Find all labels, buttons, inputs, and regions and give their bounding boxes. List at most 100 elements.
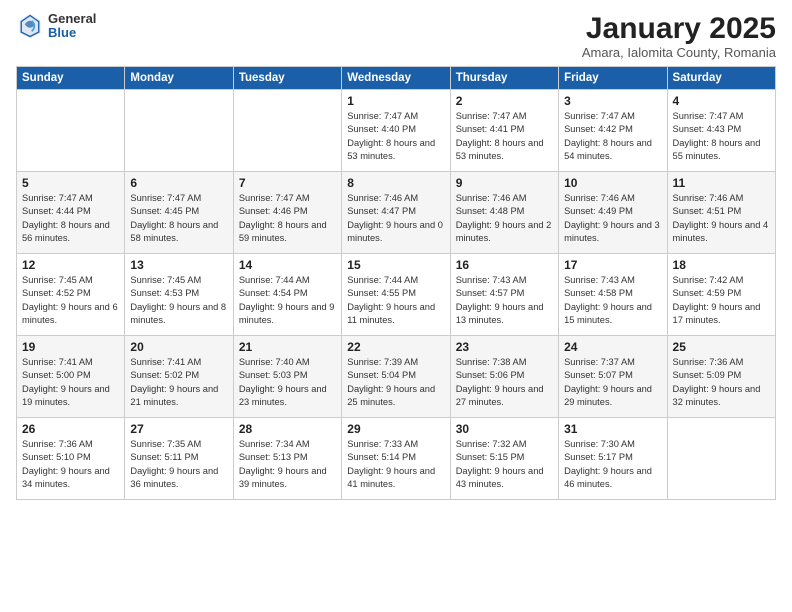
table-row: 27 Sunrise: 7:35 AM Sunset: 5:11 PM Dayli… bbox=[125, 418, 233, 500]
cell-info: Sunrise: 7:47 AM Sunset: 4:43 PM Dayligh… bbox=[673, 110, 770, 164]
cell-info: Sunrise: 7:43 AM Sunset: 4:57 PM Dayligh… bbox=[456, 274, 553, 328]
cell-day-number: 9 bbox=[456, 176, 553, 190]
col-wednesday: Wednesday bbox=[342, 67, 450, 90]
table-row: 24Sunrise: 7:37 AM Sunset: 5:07 PM Dayli… bbox=[559, 336, 667, 418]
col-friday: Friday bbox=[559, 67, 667, 90]
cell-info: Sunrise: 7:30 AM Sunset: 5:17 PM Dayligh… bbox=[564, 438, 661, 492]
calendar-table: Sunday Monday Tuesday Wednesday Thursday… bbox=[16, 66, 776, 500]
table-row: 5 Sunrise: 7:47 AM Sunset: 4:44 PM Daylig… bbox=[17, 172, 125, 254]
cell-day-number: 20 bbox=[130, 340, 227, 354]
table-row bbox=[17, 90, 125, 172]
cell-day-number: 17 bbox=[564, 258, 661, 272]
cell-info: Sunrise: 7:35 AM Sunset: 5:11 PM Dayligh… bbox=[130, 438, 227, 492]
cell-day-number: 26 bbox=[22, 422, 119, 436]
cell-info: Sunrise: 7:47 AM Sunset: 4:44 PM Dayligh… bbox=[22, 192, 119, 246]
table-row: 12 Sunrise: 7:45 AM Sunset: 4:52 PM Dayli… bbox=[17, 254, 125, 336]
logo-blue-label: Blue bbox=[48, 26, 96, 40]
cell-day-number: 8 bbox=[347, 176, 444, 190]
table-row bbox=[125, 90, 233, 172]
cell-info: Sunrise: 7:36 AM Sunset: 5:09 PM Dayligh… bbox=[673, 356, 770, 410]
cell-info: Sunrise: 7:45 AM Sunset: 4:53 PM Dayligh… bbox=[130, 274, 227, 328]
cell-info: Sunrise: 7:46 AM Sunset: 4:48 PM Dayligh… bbox=[456, 192, 553, 246]
cell-day-number: 6 bbox=[130, 176, 227, 190]
cell-info: Sunrise: 7:47 AM Sunset: 4:46 PM Dayligh… bbox=[239, 192, 336, 246]
table-row: 21 Sunrise: 7:40 AM Sunset: 5:03 PM Dayli… bbox=[233, 336, 341, 418]
cell-info: Sunrise: 7:47 AM Sunset: 4:42 PM Dayligh… bbox=[564, 110, 661, 164]
cell-day-number: 25 bbox=[673, 340, 770, 354]
logo-text: General Blue bbox=[48, 12, 96, 41]
cell-day-number: 3 bbox=[564, 94, 661, 108]
cell-info: Sunrise: 7:46 AM Sunset: 4:47 PM Dayligh… bbox=[347, 192, 444, 246]
cell-info: Sunrise: 7:33 AM Sunset: 5:14 PM Dayligh… bbox=[347, 438, 444, 492]
table-row: 25 Sunrise: 7:36 AM Sunset: 5:09 PM Dayli… bbox=[667, 336, 775, 418]
cell-day-number: 11 bbox=[673, 176, 770, 190]
cell-info: Sunrise: 7:44 AM Sunset: 4:55 PM Dayligh… bbox=[347, 274, 444, 328]
col-tuesday: Tuesday bbox=[233, 67, 341, 90]
cell-info: Sunrise: 7:37 AM Sunset: 5:07 PM Dayligh… bbox=[564, 356, 661, 410]
col-thursday: Thursday bbox=[450, 67, 558, 90]
table-row: 9 Sunrise: 7:46 AM Sunset: 4:48 PM Daylig… bbox=[450, 172, 558, 254]
table-row: 29Sunrise: 7:33 AM Sunset: 5:14 PM Dayli… bbox=[342, 418, 450, 500]
cell-day-number: 22 bbox=[347, 340, 444, 354]
table-row: 8 Sunrise: 7:46 AM Sunset: 4:47 PM Daylig… bbox=[342, 172, 450, 254]
cell-info: Sunrise: 7:42 AM Sunset: 4:59 PM Dayligh… bbox=[673, 274, 770, 328]
table-row: 22 Sunrise: 7:39 AM Sunset: 5:04 PM Dayli… bbox=[342, 336, 450, 418]
cell-day-number: 7 bbox=[239, 176, 336, 190]
calendar-week-4: 19Sunrise: 7:41 AM Sunset: 5:00 PM Dayli… bbox=[17, 336, 776, 418]
table-row: 15 Sunrise: 7:44 AM Sunset: 4:55 PM Dayli… bbox=[342, 254, 450, 336]
table-row: 2Sunrise: 7:47 AM Sunset: 4:41 PM Daylig… bbox=[450, 90, 558, 172]
table-row: 7 Sunrise: 7:47 AM Sunset: 4:46 PM Daylig… bbox=[233, 172, 341, 254]
cell-info: Sunrise: 7:45 AM Sunset: 4:52 PM Dayligh… bbox=[22, 274, 119, 328]
cell-info: Sunrise: 7:44 AM Sunset: 4:54 PM Dayligh… bbox=[239, 274, 336, 328]
cell-day-number: 21 bbox=[239, 340, 336, 354]
cell-info: Sunrise: 7:47 AM Sunset: 4:45 PM Dayligh… bbox=[130, 192, 227, 246]
cell-day-number: 27 bbox=[130, 422, 227, 436]
cell-day-number: 12 bbox=[22, 258, 119, 272]
cell-day-number: 18 bbox=[673, 258, 770, 272]
cell-info: Sunrise: 7:47 AM Sunset: 4:40 PM Dayligh… bbox=[347, 110, 444, 164]
logo-icon bbox=[16, 12, 44, 40]
table-row: 19Sunrise: 7:41 AM Sunset: 5:00 PM Dayli… bbox=[17, 336, 125, 418]
cell-info: Sunrise: 7:32 AM Sunset: 5:15 PM Dayligh… bbox=[456, 438, 553, 492]
col-monday: Monday bbox=[125, 67, 233, 90]
logo: General Blue bbox=[16, 12, 96, 41]
cell-info: Sunrise: 7:34 AM Sunset: 5:13 PM Dayligh… bbox=[239, 438, 336, 492]
cell-info: Sunrise: 7:41 AM Sunset: 5:02 PM Dayligh… bbox=[130, 356, 227, 410]
cell-day-number: 1 bbox=[347, 94, 444, 108]
cell-day-number: 15 bbox=[347, 258, 444, 272]
table-row: 14Sunrise: 7:44 AM Sunset: 4:54 PM Dayli… bbox=[233, 254, 341, 336]
table-row: 4 Sunrise: 7:47 AM Sunset: 4:43 PM Daylig… bbox=[667, 90, 775, 172]
cell-info: Sunrise: 7:40 AM Sunset: 5:03 PM Dayligh… bbox=[239, 356, 336, 410]
cell-info: Sunrise: 7:36 AM Sunset: 5:10 PM Dayligh… bbox=[22, 438, 119, 492]
table-row: 18 Sunrise: 7:42 AM Sunset: 4:59 PM Dayli… bbox=[667, 254, 775, 336]
table-row bbox=[233, 90, 341, 172]
table-row: 16 Sunrise: 7:43 AM Sunset: 4:57 PM Dayli… bbox=[450, 254, 558, 336]
col-saturday: Saturday bbox=[667, 67, 775, 90]
table-row: 31Sunrise: 7:30 AM Sunset: 5:17 PM Dayli… bbox=[559, 418, 667, 500]
cell-day-number: 10 bbox=[564, 176, 661, 190]
table-row: 3 Sunrise: 7:47 AM Sunset: 4:42 PM Daylig… bbox=[559, 90, 667, 172]
title-area: January 2025 Amara, Ialomita County, Rom… bbox=[582, 12, 776, 60]
cell-day-number: 5 bbox=[22, 176, 119, 190]
cell-info: Sunrise: 7:46 AM Sunset: 4:49 PM Dayligh… bbox=[564, 192, 661, 246]
cell-day-number: 30 bbox=[456, 422, 553, 436]
table-row: 23Sunrise: 7:38 AM Sunset: 5:06 PM Dayli… bbox=[450, 336, 558, 418]
cell-info: Sunrise: 7:39 AM Sunset: 5:04 PM Dayligh… bbox=[347, 356, 444, 410]
table-row: 26 Sunrise: 7:36 AM Sunset: 5:10 PM Dayli… bbox=[17, 418, 125, 500]
table-row: 6 Sunrise: 7:47 AM Sunset: 4:45 PM Daylig… bbox=[125, 172, 233, 254]
table-row: 10 Sunrise: 7:46 AM Sunset: 4:49 PM Dayli… bbox=[559, 172, 667, 254]
calendar-week-5: 26 Sunrise: 7:36 AM Sunset: 5:10 PM Dayli… bbox=[17, 418, 776, 500]
table-row: 13Sunrise: 7:45 AM Sunset: 4:53 PM Dayli… bbox=[125, 254, 233, 336]
subtitle: Amara, Ialomita County, Romania bbox=[582, 45, 776, 60]
header-row: Sunday Monday Tuesday Wednesday Thursday… bbox=[17, 67, 776, 90]
logo-general-label: General bbox=[48, 12, 96, 26]
cell-day-number: 16 bbox=[456, 258, 553, 272]
cell-info: Sunrise: 7:43 AM Sunset: 4:58 PM Dayligh… bbox=[564, 274, 661, 328]
cell-info: Sunrise: 7:47 AM Sunset: 4:41 PM Dayligh… bbox=[456, 110, 553, 164]
calendar-week-1: 1 Sunrise: 7:47 AM Sunset: 4:40 PM Daylig… bbox=[17, 90, 776, 172]
table-row: 30 Sunrise: 7:32 AM Sunset: 5:15 PM Dayli… bbox=[450, 418, 558, 500]
calendar-week-3: 12 Sunrise: 7:45 AM Sunset: 4:52 PM Dayli… bbox=[17, 254, 776, 336]
cell-day-number: 4 bbox=[673, 94, 770, 108]
table-row bbox=[667, 418, 775, 500]
cell-info: Sunrise: 7:41 AM Sunset: 5:00 PM Dayligh… bbox=[22, 356, 119, 410]
